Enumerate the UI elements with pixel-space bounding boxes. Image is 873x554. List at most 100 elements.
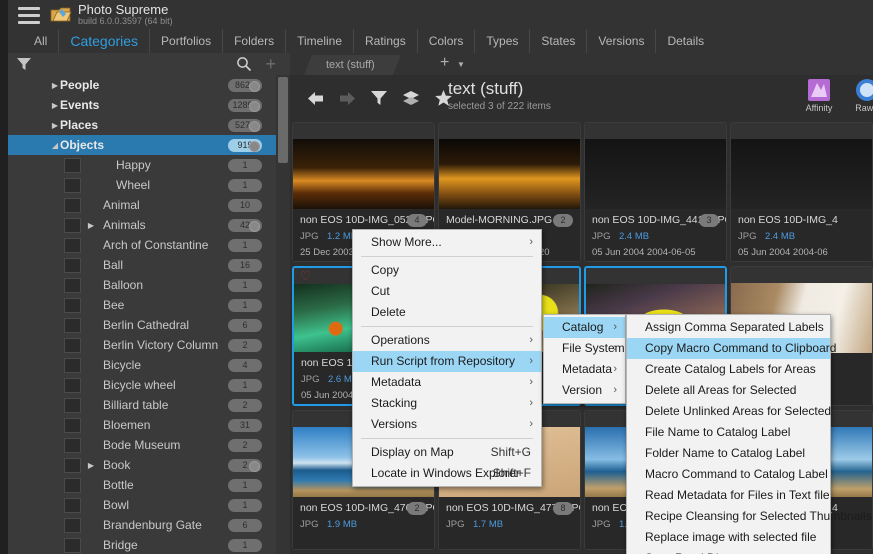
tree-item-berlin-victory-column[interactable]: Berlin Victory Column 2	[8, 335, 276, 355]
tree-item-checkbox[interactable]	[64, 377, 81, 393]
tab-details[interactable]: Details	[656, 29, 715, 53]
menu-item-folder-name-to-catalog-label[interactable]: Folder Name to Catalog Label	[627, 443, 830, 464]
plus-icon[interactable]: +	[265, 55, 276, 73]
tree-item-checkbox[interactable]	[64, 497, 81, 513]
tree-item-checkbox[interactable]	[64, 417, 81, 433]
tree-item-bridge[interactable]: Bridge 1	[8, 535, 276, 554]
tree-item-checkbox[interactable]	[64, 297, 81, 313]
tree-item-checkbox[interactable]	[64, 517, 81, 533]
menu-item-show-more[interactable]: Show More... ›	[353, 232, 541, 253]
tab-states[interactable]: States	[530, 29, 588, 53]
thumbnail-image[interactable]	[585, 139, 726, 211]
run-script-submenu[interactable]: Catalog › File System › Metadata › Version ›	[543, 314, 626, 404]
tree-item-checkbox[interactable]	[64, 157, 81, 173]
menu-item-display-on-map[interactable]: Display on Map Shift+G	[353, 442, 541, 463]
tree-item-checkbox[interactable]	[64, 177, 81, 193]
tab-colors[interactable]: Colors	[418, 29, 476, 53]
tree-item-bowl[interactable]: Bowl 1	[8, 495, 276, 515]
stack-layers-button[interactable]	[396, 83, 426, 113]
tab-ratings[interactable]: Ratings	[354, 29, 418, 53]
sidebar-scrollbar[interactable]	[276, 75, 290, 554]
chevron-down-icon[interactable]: ◢	[50, 141, 60, 150]
tab-portfolios[interactable]: Portfolios	[150, 29, 224, 53]
menu-item-stacking[interactable]: Stacking ›	[353, 393, 541, 414]
tree-item-places[interactable]: ▶ Places 5272	[8, 115, 276, 135]
tree-item-objects[interactable]: ◢ Objects 919	[8, 135, 276, 155]
thumbnail-cell[interactable]: non EOS 10D-IMG_4 JPG 2.4 MB 05 Jun 2004 20…	[730, 122, 873, 262]
tree-item-bicycle-wheel[interactable]: Bicycle wheel 1	[8, 375, 276, 395]
heart-icon[interactable]: ♡	[300, 269, 311, 283]
chevron-right-icon[interactable]: ▶	[50, 101, 60, 110]
tree-item-checkbox[interactable]	[64, 237, 81, 253]
external-app-rawtherapee[interactable]: RawT	[843, 79, 873, 113]
tree-item-bode-museum[interactable]: Bode Museum 2	[8, 435, 276, 455]
tab-all[interactable]: All	[8, 29, 60, 53]
tree-item-animals[interactable]: ▶ Animals 42	[8, 215, 276, 235]
menu-item-catalog[interactable]: Catalog ›	[544, 317, 625, 338]
menu-item-delete-all-areas-for-selected[interactable]: Delete all Areas for Selected	[627, 380, 830, 401]
menu-item-recipe-cleansing-for-selected-thumbnails[interactable]: Recipe Cleansing for Selected Thumbnails	[627, 506, 872, 527]
tab-types[interactable]: Types	[475, 29, 531, 53]
tree-item-checkbox[interactable]	[64, 337, 81, 353]
back-button[interactable]	[300, 83, 330, 113]
menu-item-metadata[interactable]: Metadata ›	[353, 372, 541, 393]
chevron-right-icon[interactable]: ▶	[86, 461, 96, 470]
menu-item-version[interactable]: Version ›	[544, 380, 625, 401]
tree-item-checkbox[interactable]	[64, 437, 81, 453]
tree-item-checkbox[interactable]	[64, 397, 81, 413]
menu-item-copy-macro-command-to-clipboard[interactable]: Copy Macro Command to Clipboard	[627, 338, 836, 359]
tree-item-arch-of-constantine[interactable]: Arch of Constantine 1	[8, 235, 276, 255]
tree-item-animal[interactable]: Animal 10	[8, 195, 276, 215]
thumbnail-image[interactable]	[731, 139, 872, 211]
tree-item-checkbox[interactable]	[64, 277, 81, 293]
menu-item-replace-image-with-selected-file[interactable]: Replace image with selected file	[627, 527, 830, 548]
thumbnail-cell[interactable]: non EOS 10D-IMG_4415.JPG 3 JPG 2.4 MB 05 Jun…	[584, 122, 727, 262]
menu-item-delete-unlinked-areas-for-selected[interactable]: Delete Unlinked Areas for Selected	[627, 401, 831, 422]
tab-folders[interactable]: Folders	[223, 29, 287, 53]
menu-item-delete[interactable]: Delete	[353, 302, 541, 323]
tree-item-brandenburg-gate[interactable]: Brandenburg Gate 6	[8, 515, 276, 535]
menu-item-assign-comma-separated-labels[interactable]: Assign Comma Separated Labels	[627, 317, 830, 338]
tree-item-berlin-cathedral[interactable]: Berlin Cathedral 6	[8, 315, 276, 335]
tree-item-billiard-table[interactable]: Billiard table 2	[8, 395, 276, 415]
menu-item-file-name-to-catalog-label[interactable]: File Name to Catalog Label	[627, 422, 830, 443]
tree-item-happy[interactable]: Happy 1	[8, 155, 276, 175]
search-icon[interactable]	[236, 56, 252, 75]
tree-item-bicycle[interactable]: Bicycle 4	[8, 355, 276, 375]
menu-item-cut[interactable]: Cut	[353, 281, 541, 302]
thumbnail-context-menu[interactable]: Show More... › Copy Cut Delete Operations › Run…	[352, 229, 542, 487]
tree-item-checkbox[interactable]	[64, 197, 81, 213]
menu-item-read-metadata-for-files-in-text-file[interactable]: Read Metadata for Files in Text file	[627, 485, 830, 506]
menu-item-file-system[interactable]: File System ›	[544, 338, 625, 359]
tree-item-checkbox[interactable]	[64, 317, 81, 333]
chevron-right-icon[interactable]: ▶	[50, 81, 60, 90]
menu-item-operations[interactable]: Operations ›	[353, 330, 541, 351]
catalog-scripts-submenu[interactable]: Assign Comma Separated Labels Copy Macro …	[626, 314, 872, 554]
filter-button[interactable]	[364, 83, 394, 113]
tree-item-checkbox[interactable]	[64, 257, 81, 273]
add-collection-tab-icon[interactable]: +	[440, 54, 449, 72]
menu-item-locate-in-windows-explorer[interactable]: Locate in Windows Explorer Shift+F	[353, 463, 541, 484]
menu-item-sync-read-direct[interactable]: Sync Read Direct	[627, 548, 830, 554]
tree-item-bloemen[interactable]: Bloemen 31	[8, 415, 276, 435]
forward-button[interactable]	[332, 83, 362, 113]
tab-timeline[interactable]: Timeline	[286, 29, 354, 53]
chevron-right-icon[interactable]: ▶	[50, 121, 60, 130]
tree-item-checkbox[interactable]	[64, 457, 81, 473]
menu-item-versions[interactable]: Versions ›	[353, 414, 541, 435]
tree-item-checkbox[interactable]	[64, 537, 81, 553]
tree-item-book[interactable]: ▶ Book 2	[8, 455, 276, 475]
menu-item-run-script-from-repository[interactable]: Run Script from Repository ›	[353, 351, 541, 372]
tree-item-checkbox[interactable]	[64, 477, 81, 493]
collection-tab[interactable]: text (stuff)	[304, 55, 401, 75]
tab-categories[interactable]: Categories	[59, 29, 151, 53]
chevron-right-icon[interactable]: ▶	[86, 221, 96, 230]
scrollbar-thumb[interactable]	[278, 77, 288, 163]
menu-item-create-catalog-labels-for-areas[interactable]: Create Catalog Labels for Areas	[627, 359, 830, 380]
funnel-filter-icon[interactable]	[16, 57, 32, 74]
tab-versions[interactable]: Versions	[587, 29, 657, 53]
tree-item-balloon[interactable]: Balloon 1	[8, 275, 276, 295]
tree-item-bottle[interactable]: Bottle 1	[8, 475, 276, 495]
tree-item-people[interactable]: ▶ People 8629	[8, 75, 276, 95]
tree-item-checkbox[interactable]	[64, 357, 81, 373]
